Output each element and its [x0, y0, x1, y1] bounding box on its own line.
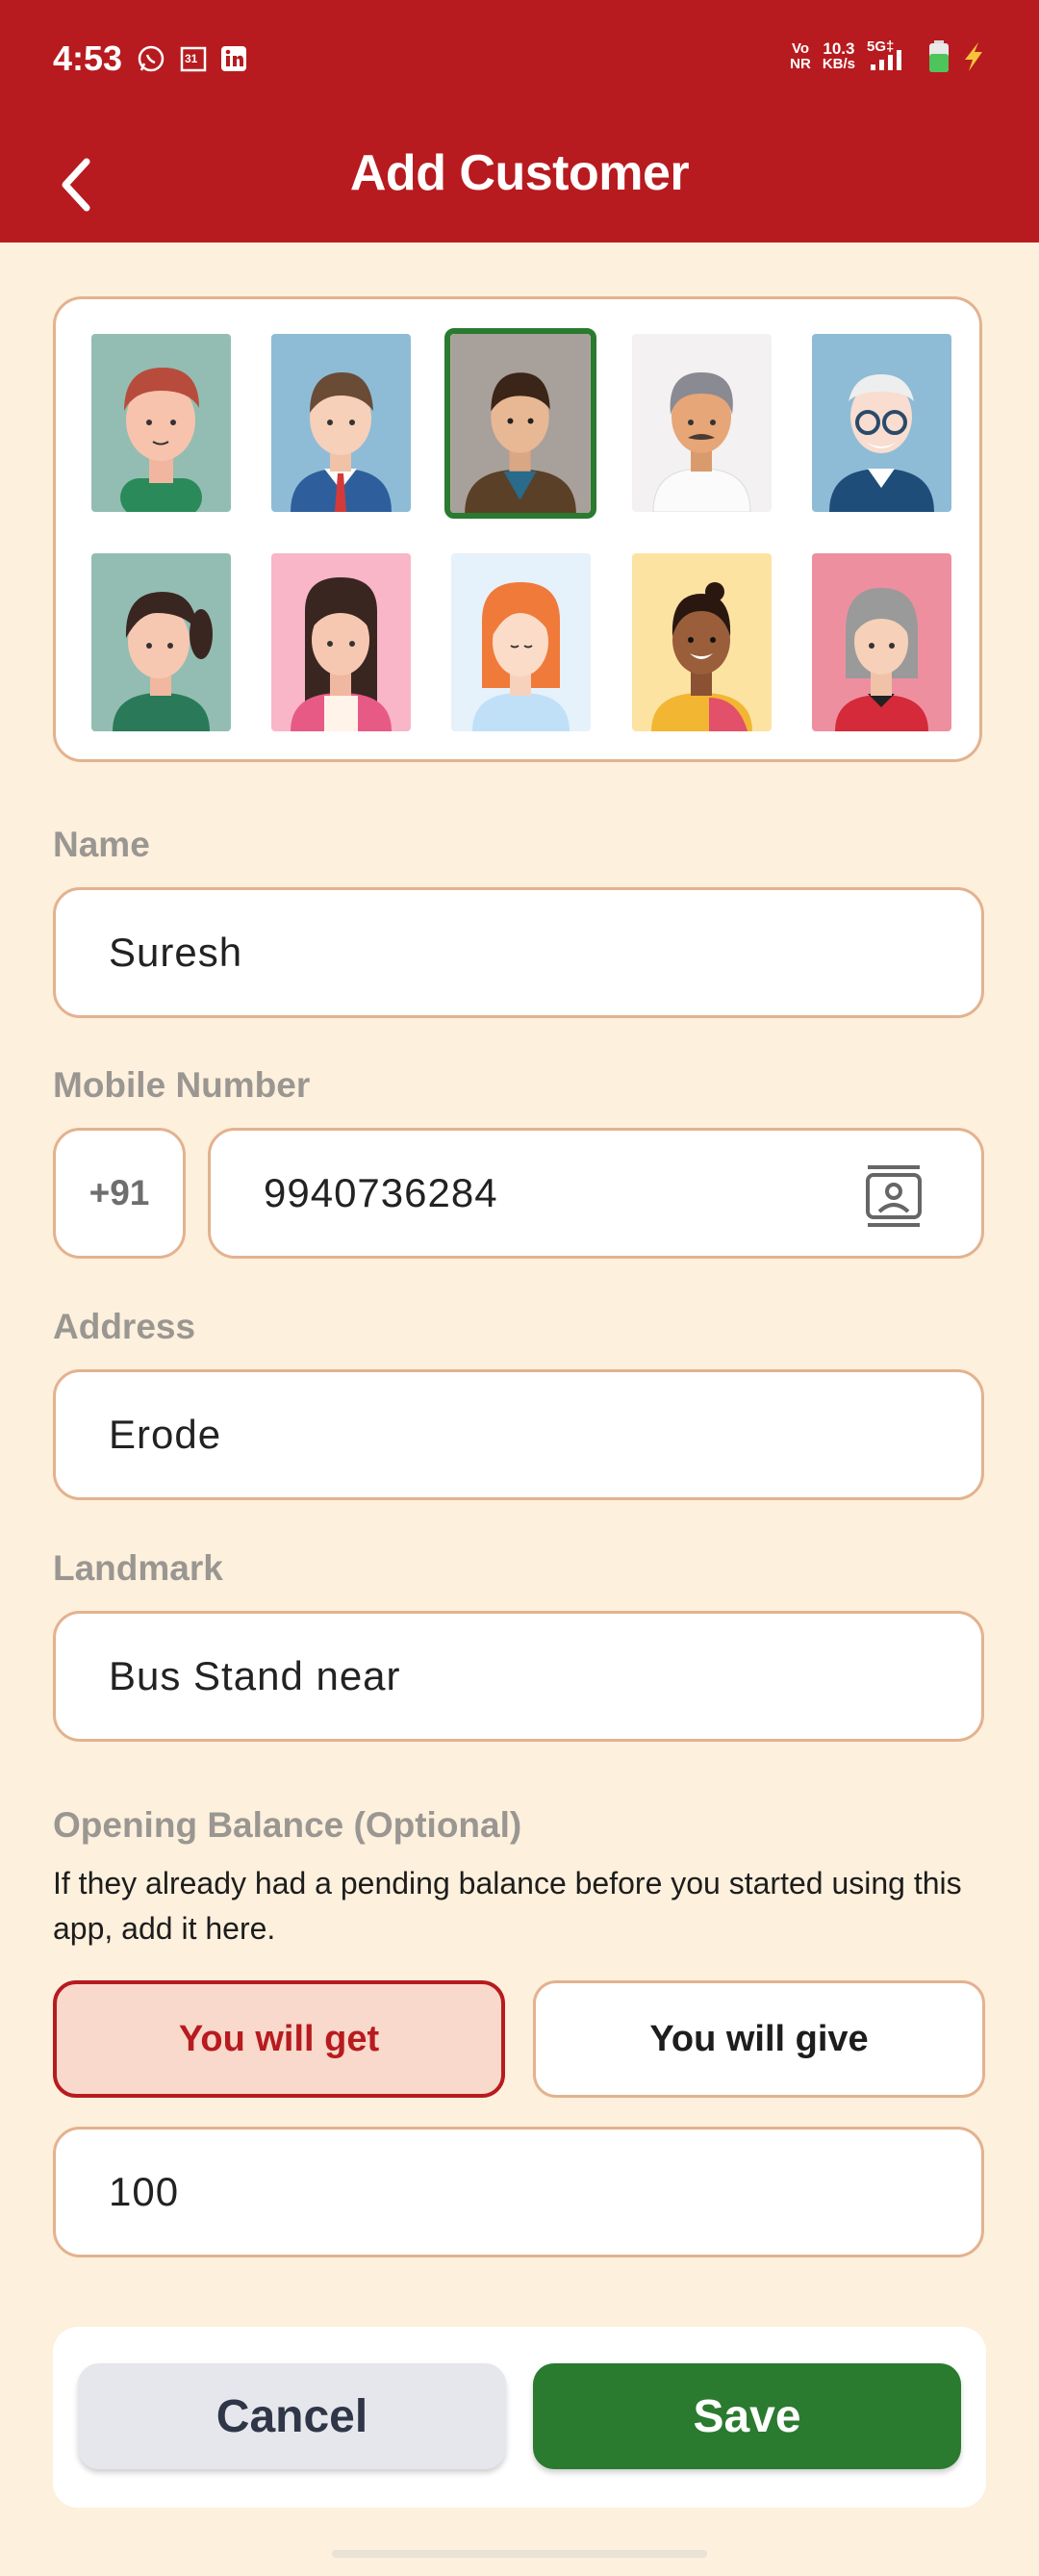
cancel-button[interactable]: Cancel — [78, 2363, 506, 2469]
contact-book-icon[interactable] — [864, 1163, 924, 1229]
network-speed: 10.3 KB/s — [822, 39, 855, 72]
mobile-value: 9940736284 — [264, 1170, 498, 1215]
calendar-day: 31 — [185, 52, 198, 65]
avatar-picker — [53, 296, 982, 762]
avatar-man-suit-red-tie[interactable] — [271, 334, 411, 512]
mobile-input[interactable]: 9940736284 — [208, 1128, 984, 1259]
linkedin-icon — [219, 44, 248, 73]
mobile-label: Mobile Number — [53, 1065, 311, 1105]
name-input[interactable]: Suresh — [53, 887, 984, 1018]
avatar-woman-red-hair[interactable] — [451, 553, 591, 731]
network-type: Vo NR — [790, 40, 811, 72]
action-bar: Cancel Save — [53, 2327, 986, 2508]
name-label: Name — [53, 825, 150, 864]
opening-balance-label: Opening Balance (Optional) — [53, 1805, 522, 1845]
page-title: Add Customer — [349, 145, 690, 201]
calendar-icon: 31 — [179, 44, 208, 73]
status-bar: 4:53 31 Vo NR 10.3 KB/s 5G‡ — [0, 0, 1039, 119]
charging-icon — [965, 42, 982, 71]
amount-input[interactable]: 100 — [53, 2127, 984, 2257]
opening-balance-description: If they already had a pending balance be… — [53, 1866, 962, 1946]
avatar-elderly-woman[interactable] — [812, 553, 951, 731]
landmark-label: Landmark — [53, 1548, 223, 1588]
address-label: Address — [53, 1307, 196, 1346]
app-bar: Add Customer — [0, 119, 1039, 242]
signal-label: 5G‡ — [867, 38, 895, 55]
battery-icon — [929, 40, 949, 72]
home-indicator[interactable] — [332, 2550, 707, 2558]
avatar-young-man-red-hair[interactable] — [91, 334, 231, 512]
avatar-elderly-man-mustache[interactable] — [632, 334, 772, 512]
avatar-elderly-man-glasses[interactable] — [812, 334, 951, 512]
save-button[interactable]: Save — [533, 2363, 961, 2469]
you-will-get-toggle[interactable]: You will get — [53, 1980, 505, 2098]
whatsapp-icon — [137, 44, 165, 73]
you-will-give-toggle[interactable]: You will give — [533, 1980, 985, 2098]
avatar-girl-ponytail[interactable] — [91, 553, 231, 731]
status-time: 4:53 — [53, 38, 123, 78]
avatar-woman-saree[interactable] — [632, 553, 772, 731]
signal-icon: 5G‡ — [867, 38, 917, 73]
avatar-woman-long-hair[interactable] — [271, 553, 411, 731]
landmark-input[interactable]: Bus Stand near — [53, 1611, 984, 1742]
country-code-selector[interactable]: +91 — [53, 1128, 186, 1259]
address-input[interactable]: Erode — [53, 1369, 984, 1500]
status-right-cluster: Vo NR 10.3 KB/s 5G‡ — [790, 38, 986, 73]
avatar-man-brown-jacket[interactable] — [444, 328, 596, 519]
